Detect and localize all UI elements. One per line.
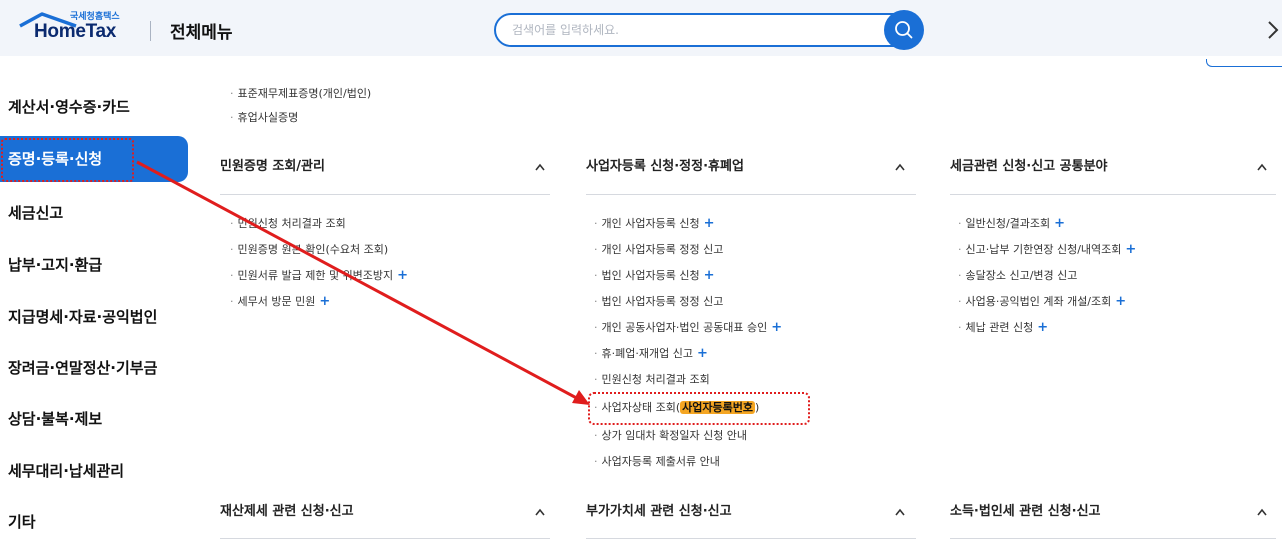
search-icon <box>895 21 913 39</box>
sidebar-item-agent[interactable]: 세무대리·납세관리 <box>0 448 188 494</box>
sidebar-item-invoice[interactable]: 계산서·영수증·카드 <box>0 84 188 130</box>
plus-icon[interactable]: + <box>1115 294 1126 309</box>
bullet-icon: · <box>594 455 598 468</box>
bullet-icon: · <box>958 243 962 256</box>
target-item-highlight <box>588 392 810 425</box>
bullet-icon: · <box>958 321 962 334</box>
chevron-up-icon[interactable] <box>534 507 546 517</box>
section-divider <box>950 538 1276 539</box>
bullet-icon: · <box>594 321 598 334</box>
list-item[interactable]: · 사업용·공익법인 계좌 개설/조회 + <box>958 294 1126 310</box>
list-item[interactable]: · 상가 임대차 확정일자 신청 안내 <box>594 428 747 444</box>
sidebar-item-label: 납부·고지·환급 <box>8 256 103 274</box>
close-button[interactable] <box>1264 14 1282 44</box>
bullet-icon: · <box>230 269 234 282</box>
section-divider <box>586 194 916 195</box>
sidebar-item-label: 계산서·영수증·카드 <box>8 98 130 116</box>
header-divider <box>150 21 151 41</box>
sidebar-item-payment[interactable]: 납부·고지·환급 <box>0 242 188 288</box>
list-item[interactable]: · 민원서류 발급 제한 및 위변조방지 + <box>230 268 408 284</box>
sidebar-item-label: 지급명세·자료·공익법인 <box>8 308 158 326</box>
section-title[interactable]: 소득·법인세 관련 신청·신고 <box>950 503 1101 521</box>
plus-icon[interactable]: + <box>1037 320 1048 335</box>
plus-icon[interactable]: + <box>704 216 715 231</box>
plus-icon[interactable]: + <box>1125 242 1136 257</box>
section-divider <box>220 538 550 539</box>
bullet-icon: · <box>594 373 598 386</box>
plus-icon[interactable]: + <box>319 294 330 309</box>
bullet-icon: · <box>594 269 598 282</box>
bullet-icon: · <box>230 243 234 256</box>
bullet-icon: · <box>594 429 598 442</box>
list-item[interactable]: · 민원신청 처리결과 조회 <box>594 372 710 388</box>
bullet-icon: · <box>230 111 234 124</box>
plus-icon[interactable]: + <box>397 268 408 283</box>
logo-text: HomeTax <box>34 21 117 42</box>
bullet-icon: · <box>230 295 234 308</box>
page-title: 전체메뉴 <box>170 23 233 43</box>
list-item[interactable]: · 세무서 방문 민원 + <box>230 294 330 310</box>
chevron-up-icon[interactable] <box>894 162 906 172</box>
section-title[interactable]: 사업자등록 신청·정정·휴폐업 <box>586 158 744 176</box>
list-item[interactable]: · 민원증명 원본 확인(수요처 조회) <box>230 242 388 258</box>
bullet-icon: · <box>958 217 962 230</box>
bullet-icon: · <box>230 217 234 230</box>
search-input[interactable] <box>512 21 872 39</box>
chevron-up-icon[interactable] <box>1256 507 1268 517</box>
bullet-icon: · <box>594 217 598 230</box>
sidebar-item-label: 장려금·연말정산·기부금 <box>8 359 158 377</box>
list-item[interactable]: · 개인 사업자등록 정정 신고 <box>594 242 723 258</box>
close-icon <box>1268 21 1279 39</box>
section-divider <box>220 194 550 195</box>
list-item[interactable]: · 표준재무제표증명(개인/법인) <box>230 86 371 102</box>
search-button[interactable] <box>884 10 924 50</box>
sidebar-item-label: 기타 <box>8 513 36 531</box>
sidebar-item-consult[interactable]: 상담·불복·제보 <box>0 396 188 442</box>
list-item[interactable]: · 송달장소 신고/변경 신고 <box>958 268 1077 284</box>
chevron-up-icon[interactable] <box>894 507 906 517</box>
bullet-icon: · <box>594 347 598 360</box>
bullet-icon: · <box>594 243 598 256</box>
sidebar-item-label: 세무대리·납세관리 <box>8 462 125 480</box>
plus-icon[interactable]: + <box>697 346 708 361</box>
list-item[interactable]: · 개인 공동사업자·법인 공동대표 승인 + <box>594 320 782 336</box>
list-item[interactable]: · 사업자등록 제출서류 안내 <box>594 454 720 470</box>
list-item[interactable]: · 법인 사업자등록 신청 + <box>594 268 714 284</box>
active-item-highlight <box>1 138 134 182</box>
sidebar-item-statement[interactable]: 지급명세·자료·공익법인 <box>0 294 188 340</box>
plus-icon[interactable]: + <box>704 268 715 283</box>
list-item[interactable]: · 휴·폐업·재개업 신고 + <box>594 346 708 362</box>
list-item[interactable]: · 법인 사업자등록 정정 신고 <box>594 294 723 310</box>
list-item[interactable]: · 일반신청/결과조회 + <box>958 216 1065 232</box>
list-item[interactable]: · 신고·납부 기한연장 신청/내역조회 + <box>958 242 1136 258</box>
list-item[interactable]: · 개인 사업자등록 신청 + <box>594 216 714 232</box>
sidebar-item-etc[interactable]: 기타 <box>0 499 188 545</box>
list-item[interactable]: · 민원신청 처리결과 조회 <box>230 216 346 232</box>
sidebar-item-label: 상담·불복·제보 <box>8 410 103 428</box>
section-title[interactable]: 부가가치세 관련 신청·신고 <box>586 503 732 521</box>
chevron-up-icon[interactable] <box>1256 162 1268 172</box>
list-item[interactable]: · 체납 관련 신청 + <box>958 320 1048 336</box>
hometax-logo[interactable]: 국세청홈택스 HomeTax <box>18 8 136 48</box>
bullet-icon: · <box>958 269 962 282</box>
section-title[interactable]: 민원증명 조회/관리 <box>220 158 325 176</box>
bullet-icon: · <box>230 87 234 100</box>
sidebar-item-tax-report[interactable]: 세금신고 <box>0 190 188 236</box>
section-divider <box>950 194 1276 195</box>
list-item[interactable]: · 휴업사실증명 <box>230 110 298 126</box>
section-title[interactable]: 세금관련 신청·신고 공통분야 <box>950 158 1108 176</box>
chevron-up-icon[interactable] <box>534 162 546 172</box>
header-bar: 국세청홈택스 HomeTax 전체메뉴 <box>0 0 1282 56</box>
bullet-icon: · <box>958 295 962 308</box>
plus-icon[interactable]: + <box>1054 216 1065 231</box>
bullet-icon: · <box>594 295 598 308</box>
sidebar-item-label: 세금신고 <box>8 204 64 222</box>
section-title[interactable]: 재산제세 관련 신청·신고 <box>220 503 354 521</box>
search-box <box>494 13 914 47</box>
sidebar-item-incentive[interactable]: 장려금·연말정산·기부금 <box>0 345 188 391</box>
section-divider <box>586 538 916 539</box>
plus-icon[interactable]: + <box>771 320 782 335</box>
panel-edge <box>1206 59 1282 67</box>
